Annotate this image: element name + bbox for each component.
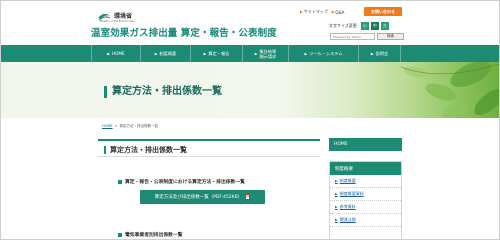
main-heading-box: 算定方法・排出係数一覧 [98, 139, 320, 157]
arrow-right-icon: ▶ [335, 205, 338, 209]
inquiry-label: お問い合わせ [371, 8, 395, 14]
qa-label: Q&A [335, 9, 345, 15]
search-input[interactable] [330, 33, 375, 40]
nav-item-calc-report[interactable]: ▶ 算定・報告 [191, 45, 243, 62]
breadcrumb-home-link[interactable]: HOME [102, 124, 113, 129]
sidebar-item-label: 参考資料 [339, 204, 356, 209]
arrow-right-icon: ▶ [335, 218, 338, 222]
page-title: 算定方法・排出係数一覧 [104, 146, 187, 154]
sidebar-item-label: 制度概要資料 [339, 191, 364, 196]
search-button[interactable]: 検索 [377, 33, 404, 40]
pdf-icon-text: PDF [245, 196, 250, 198]
download-label: 算定方法及び排出係数一覧（PDF:452KB） [154, 195, 243, 200]
sidebar-home-label: HOME [334, 142, 348, 147]
square-bullet-icon [118, 179, 122, 184]
sitemap-link[interactable]: ▶ サイトマップ [300, 9, 328, 15]
nav-item-label: 算定・報告 [208, 50, 230, 56]
square-bullet-icon [118, 232, 122, 237]
ministry-name-en: Ministry of the Environment [100, 20, 135, 23]
sidebar-item-related-laws[interactable]: ▶ 関連法規 [330, 214, 401, 227]
sidebar-menu: 制度概要 ▶ 制度概要 ▶ 制度概要資料 ▶ 参考資料 ▶ 関連法規 [329, 161, 402, 239]
global-nav: ▶ HOME ▶ 制度概要 ▶ 算定・報告 ▶ 集計結果 開示請求 ▶ ツール・… [1, 45, 499, 62]
page-frame: 環境省 Ministry of the Environment 温室効果ガス排出… [0, 0, 500, 240]
arrow-right-icon: ▶ [254, 51, 258, 56]
nav-item-tools-system[interactable]: ▶ ツール・システム [289, 45, 359, 62]
sidebar-section-title: 制度概要 [330, 162, 401, 175]
banner-title: 算定方法・排出係数一覧 [104, 86, 222, 98]
qa-link[interactable]: ▶ Q&A [332, 10, 345, 15]
page-banner [1, 62, 499, 118]
nav-item-home[interactable]: ▶ HOME [91, 45, 141, 62]
section-title-text: 算定・報告・公表制度における算定方法・排出係数一覧 [125, 180, 245, 185]
arrow-right-icon: ▶ [370, 51, 374, 56]
section-title-text: 電気事業者別排出係数一覧 [125, 233, 183, 238]
nav-item-label-line1: 集計結果 [259, 48, 277, 54]
nav-item-briefing[interactable]: ▶ 説明会 [359, 45, 401, 62]
font-size-label: 文字サイズ変更 [329, 23, 357, 28]
leaf-illustration [400, 62, 499, 118]
section-title: 電気事業者別排出係数一覧 [118, 231, 183, 238]
nav-item-label: ツール・システム [309, 50, 343, 56]
utility-links: ▶ サイトマップ ▶ Q&A [300, 9, 344, 15]
sidebar-item-overview-docs[interactable]: ▶ 制度概要資料 [330, 188, 401, 201]
section-title: 算定・報告・公表制度における算定方法・排出係数一覧 [118, 178, 245, 185]
breadcrumb: HOME > 算定方法・排出係数一覧 [102, 124, 158, 129]
download-pdf-button[interactable]: 算定方法及び排出係数一覧（PDF:452KB） PDF [140, 190, 265, 204]
arrow-right-icon: ▶ [300, 10, 303, 14]
arrow-right-icon: ▶ [154, 51, 158, 56]
breadcrumb-separator: > [114, 124, 118, 128]
font-size-medium-button[interactable]: 中 [370, 22, 379, 30]
search-bar: 検索 [330, 33, 404, 40]
arrow-right-icon: ▶ [331, 10, 335, 14]
nav-item-label: 説明会 [375, 50, 389, 56]
sidebar-item-label: 制度概要 [339, 178, 356, 183]
arrow-right-icon: ▶ [203, 51, 207, 56]
sitemap-label: サイトマップ [303, 9, 328, 14]
header: 環境省 Ministry of the Environment 温室効果ガス排出… [1, 1, 499, 45]
nav-item-results-disclosure[interactable]: ▶ 集計結果 開示請求 [243, 45, 289, 62]
inquiry-button[interactable]: お問い合わせ [364, 7, 402, 16]
pdf-icon: PDF [245, 194, 251, 200]
arrow-right-icon: ▶ [335, 179, 338, 183]
arrow-right-icon: ▶ [107, 51, 110, 56]
sidebar-item-label: 関連法規 [339, 217, 356, 222]
sidebar-item-overview[interactable]: ▶ 制度概要 [330, 175, 401, 188]
nav-item-label: HOME [111, 51, 125, 56]
nav-item-label-line2: 開示請求 [259, 53, 277, 59]
nav-item-label-group: 集計結果 開示請求 [259, 49, 276, 59]
sidebar-item-references[interactable]: ▶ 参考資料 [330, 201, 401, 214]
font-size-large-button[interactable]: 大 [380, 22, 389, 30]
site-title[interactable]: 温室効果ガス排出量 算定・報告・公表制度 [91, 25, 277, 39]
breadcrumb-current: 算定方法・排出係数一覧 [119, 124, 159, 128]
ministry-name: 環境省 [114, 12, 133, 20]
font-size-switcher: 文字サイズ変更 小 中 大 [329, 22, 389, 30]
font-size-small-button[interactable]: 小 [360, 22, 369, 30]
arrow-right-icon: ▶ [335, 192, 338, 196]
nav-item-label: 制度概要 [159, 50, 177, 56]
nav-item-overview[interactable]: ▶ 制度概要 [141, 45, 191, 62]
sidebar-home-link[interactable]: HOME [329, 138, 402, 151]
arrow-right-icon: ▶ [304, 51, 308, 56]
